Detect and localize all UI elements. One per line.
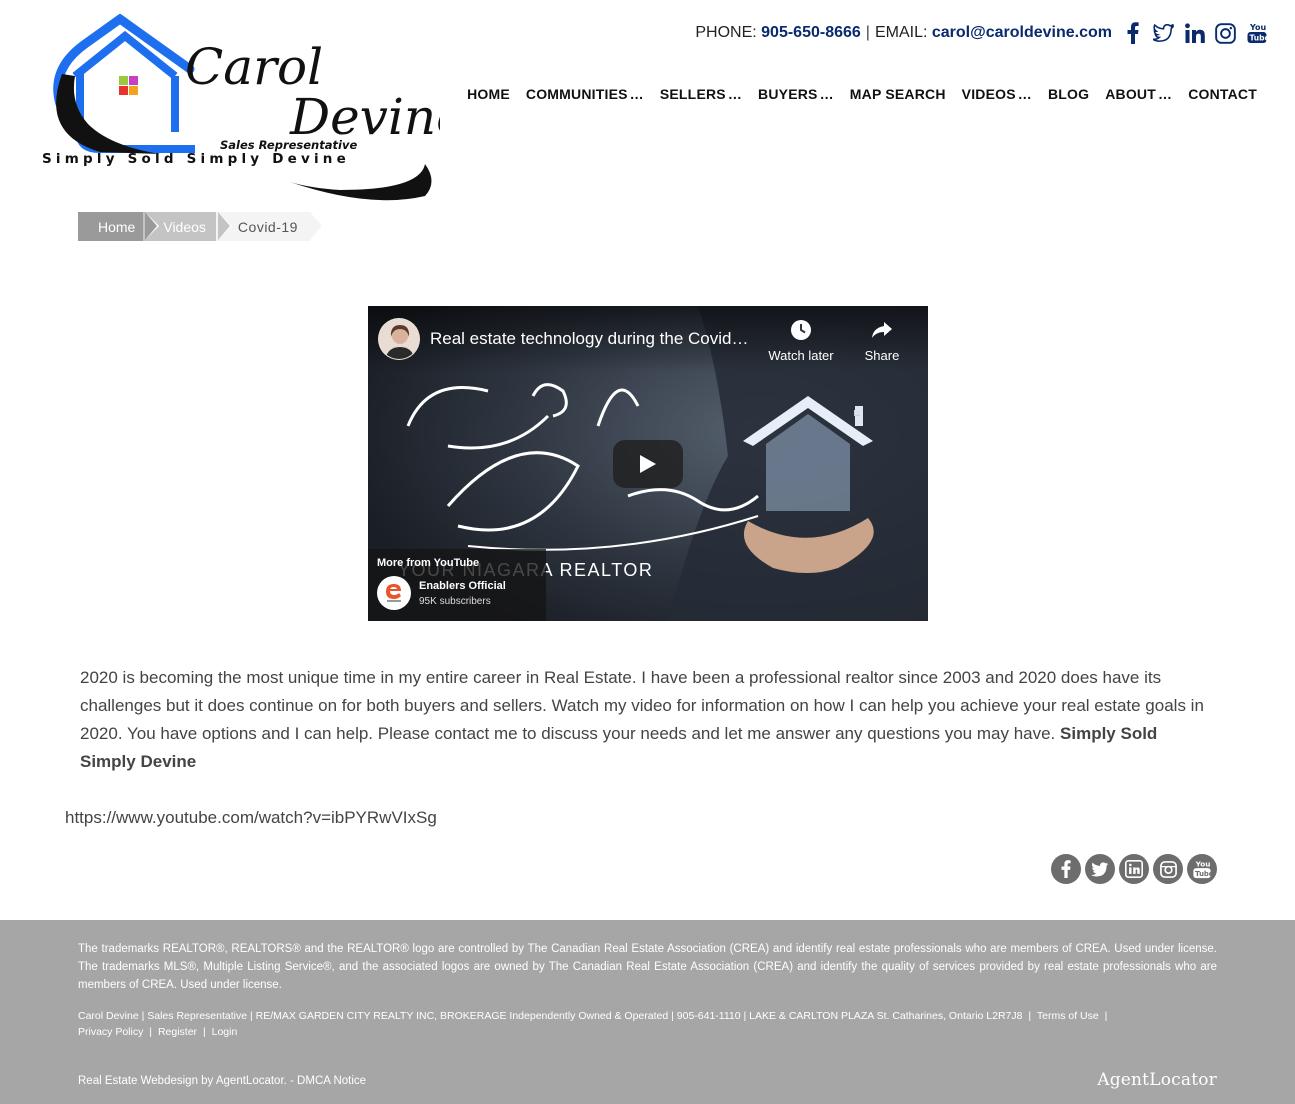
dropdown-ellipsis-icon: … (819, 86, 834, 102)
dropdown-ellipsis-icon: … (1017, 86, 1032, 102)
instagram-icon[interactable] (1153, 854, 1183, 884)
main-nav: HOME COMMUNITIES… SELLERS… BUYERS… MAP S… (467, 86, 1257, 102)
channel-name: Enablers Official (419, 579, 506, 592)
logo-tagline: Simply Sold Simply Devine (42, 151, 350, 167)
nav-buyers[interactable]: BUYERS… (758, 86, 834, 102)
facebook-icon[interactable] (1122, 22, 1143, 44)
nav-videos[interactable]: VIDEOS… (962, 86, 1032, 102)
clock-icon (791, 320, 811, 340)
linkedin-icon[interactable] (1184, 22, 1205, 44)
share-arrow-icon (872, 322, 892, 338)
nav-label: SELLERS (659, 86, 726, 102)
instagram-icon[interactable] (1215, 22, 1236, 44)
breadcrumb-home[interactable]: Home (78, 212, 160, 241)
phone-label: PHONE: (695, 24, 757, 41)
svg-text:You: You (1249, 23, 1267, 32)
youtube-icon[interactable]: You Tube (1246, 22, 1267, 44)
play-icon (640, 455, 656, 473)
dropdown-ellipsis-icon: … (1158, 86, 1173, 102)
nav-sellers[interactable]: SELLERS… (660, 86, 742, 102)
privacy-policy-link[interactable]: Privacy Policy (78, 1026, 143, 1038)
nav-label: MAP SEARCH (849, 86, 946, 102)
phone-link[interactable]: 905-650-8666 (761, 24, 861, 42)
channel-avatar[interactable] (378, 318, 420, 360)
email-link[interactable]: carol@caroldevine.com (932, 24, 1112, 42)
svg-text:Tube: Tube (1195, 870, 1212, 878)
watch-later-label: Watch later (768, 348, 834, 363)
breadcrumb: Home Videos Covid-19 (78, 212, 324, 241)
contact-bar: PHONE: 905-650-8666 | EMAIL: carol@carol… (695, 20, 1267, 46)
play-button[interactable] (613, 440, 683, 488)
twitter-icon[interactable] (1153, 22, 1174, 44)
login-link[interactable]: Login (212, 1026, 238, 1038)
webdesign-credit-link[interactable]: Real Estate Webdesign by AgentLocator. -… (78, 1075, 366, 1087)
nav-communities[interactable]: COMMUNITIES… (526, 86, 644, 102)
dropdown-ellipsis-icon: … (727, 86, 743, 102)
channel-subscribers: 95K subscribers (419, 595, 491, 607)
nav-contact[interactable]: CONTACT (1188, 86, 1257, 102)
crea-disclaimer: The trademarks REALTOR®, REALTORS® and t… (78, 943, 1217, 991)
nav-home[interactable]: HOME (467, 86, 510, 102)
nav-blog[interactable]: BLOG (1048, 86, 1089, 102)
svg-text:You: You (1195, 859, 1211, 868)
nav-label: ABOUT (1105, 86, 1156, 102)
svg-text:Tube: Tube (1249, 34, 1267, 43)
share-social-icons: You Tube (1051, 854, 1217, 884)
terms-of-use-link[interactable]: Terms of Use (1037, 1010, 1099, 1022)
header-social-links: You Tube (1122, 22, 1267, 44)
site-logo[interactable]: Carol Devine Sales Representative Simply… (40, 13, 466, 209)
nav-label: BLOG (1047, 86, 1090, 102)
more-from-youtube-title: More from YouTube (377, 557, 480, 569)
enablers-channel-icon (377, 576, 411, 610)
nav-label: VIDEOS (961, 86, 1016, 102)
nav-label: HOME (467, 86, 510, 102)
linkedin-icon[interactable] (1119, 854, 1149, 884)
video-url-text: https://www.youtube.com/watch?v=ibPYRwVI… (65, 808, 437, 827)
post-description-text: 2020 is becoming the most unique time in… (80, 668, 1204, 743)
video-title[interactable]: Real estate technology during the Covid-… (430, 329, 752, 349)
watch-later-button[interactable]: Watch later (764, 318, 838, 363)
more-from-youtube-panel[interactable]: More from YouTube Enablers Official 95K … (368, 549, 546, 621)
youtube-video-player[interactable]: YOUR NIAGARA REALTOR Real estate technol… (368, 306, 928, 621)
email-label: EMAIL: (874, 24, 928, 41)
nav-label: COMMUNITIES (525, 86, 628, 102)
nav-label: CONTACT (1188, 86, 1257, 102)
post-description: 2020 is becoming the most unique time in… (80, 664, 1210, 776)
footer-info-links: Carol Devine | Sales Representative | RE… (78, 1010, 1108, 1038)
logo-subtitle: Sales Representative (220, 138, 357, 152)
twitter-icon[interactable] (1085, 854, 1115, 884)
contact-separator: | (865, 24, 870, 41)
register-link[interactable]: Register (158, 1026, 197, 1038)
nav-about[interactable]: ABOUT… (1105, 86, 1172, 102)
agentlocator-logo[interactable]: AgentLocator (1097, 1070, 1217, 1090)
nav-map-search[interactable]: MAP SEARCH (850, 86, 946, 102)
nav-label: BUYERS (758, 86, 818, 102)
site-footer: The trademarks REALTOR®, REALTORS® and t… (0, 920, 1295, 1104)
dropdown-ellipsis-icon: … (629, 86, 644, 102)
facebook-icon[interactable] (1051, 854, 1081, 884)
agent-brokerage-info: Carol Devine | Sales Representative | RE… (78, 1010, 1023, 1022)
share-label: Share (864, 348, 900, 363)
share-button[interactable]: Share (845, 318, 919, 363)
youtube-icon[interactable]: You Tube (1187, 854, 1217, 884)
